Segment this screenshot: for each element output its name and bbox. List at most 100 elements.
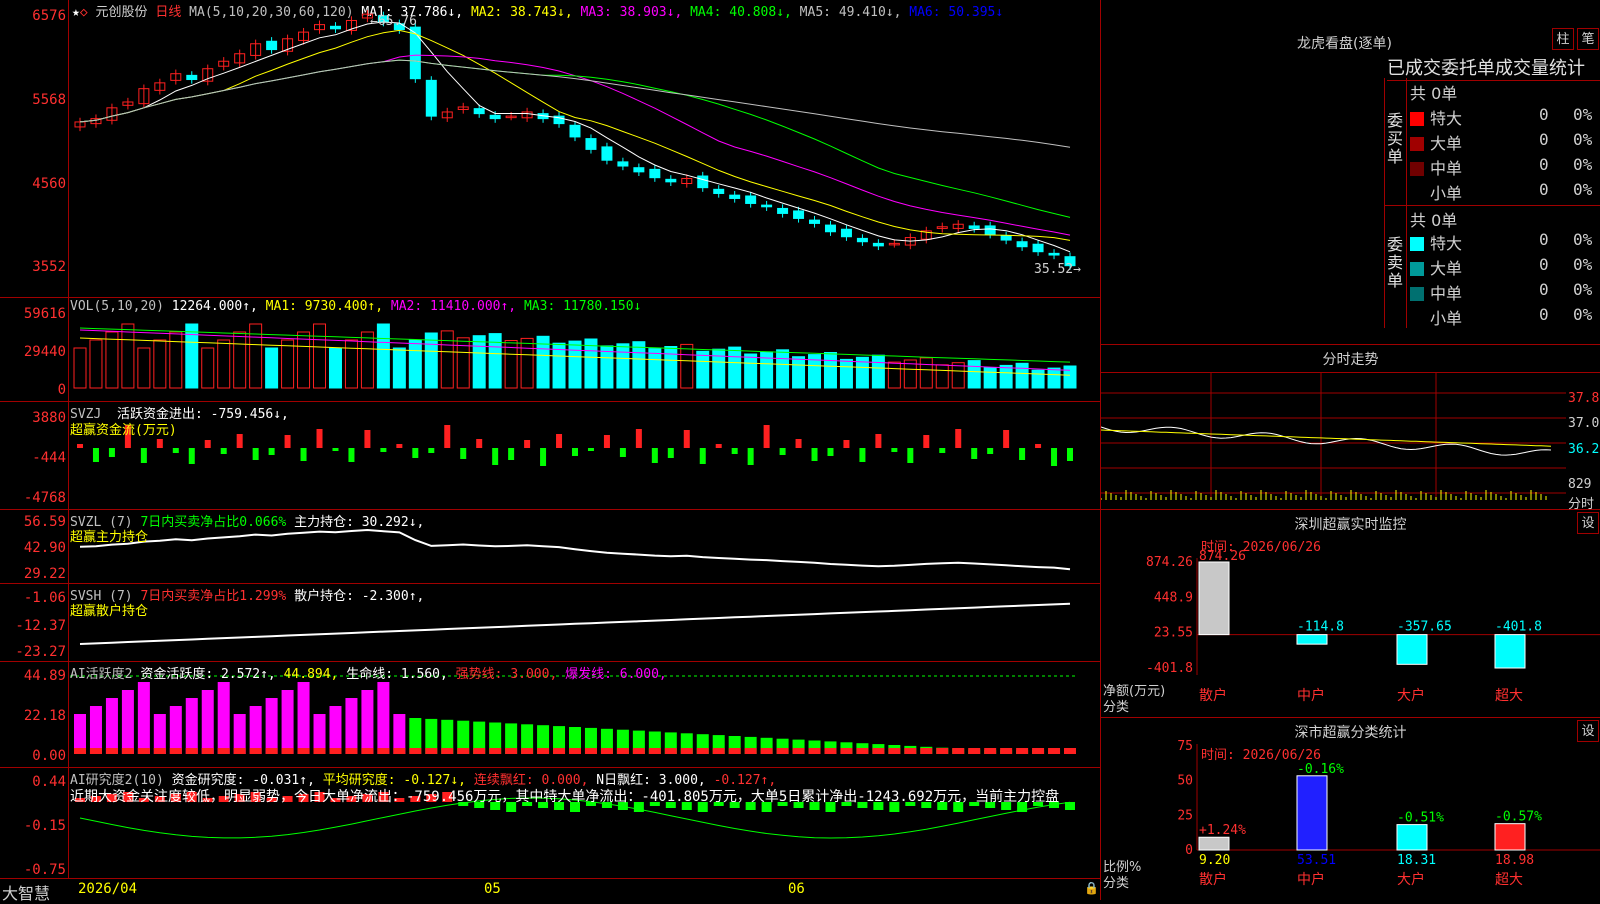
volume-bar <box>1063 365 1077 389</box>
order-row: 特大 <box>1410 105 1462 129</box>
color-swatch <box>1410 287 1424 301</box>
bar-label: 874.26 <box>1199 549 1246 564</box>
volume-bar <box>680 343 694 389</box>
activity-base <box>89 748 102 754</box>
buy-label: 委买单 <box>1387 111 1404 166</box>
intraday-avg-line <box>1101 429 1552 447</box>
ratio-bar <box>1494 823 1526 851</box>
volume-bar <box>664 346 678 389</box>
volume-bar <box>919 357 933 389</box>
candle <box>1000 235 1012 241</box>
order-type: 大单 <box>1430 259 1463 278</box>
activity-base <box>105 748 118 754</box>
svzl-panel[interactable]: 56.59 42.90 29.22 SVZL (7) 7日内买卖净占比0.066… <box>0 510 1100 584</box>
volume-bar <box>983 367 997 389</box>
candle <box>1032 243 1044 253</box>
bar-view-button[interactable]: 柱 <box>1552 28 1574 50</box>
vol-panel[interactable]: 59616 29440 0 VOL(5,10,20) 12264.000↑, M… <box>0 298 1100 402</box>
sz-monitor-chart[interactable]: 874.26 448.9 23.55 -401.8 874.26 散户 -114.8 中户 -3… <box>1101 510 1600 718</box>
intraday-panel[interactable]: 分时走势 37.83 37.06 36.29 829 分时 <box>1100 345 1600 512</box>
volume-bar <box>632 341 646 389</box>
sell-total: 共 0单 <box>1410 211 1458 230</box>
volume-bar <box>73 347 87 389</box>
category-label: 散户 <box>1199 687 1227 704</box>
order-count: 0 <box>1539 155 1549 174</box>
flow-bar <box>795 439 802 448</box>
dragon-panel: 龙虎看盘(逐单) 柱 笔 已成交委托单成交量统计 委买单 委卖单 共 0单 共 … <box>1100 0 1600 345</box>
candle <box>745 195 757 204</box>
bar-label: -114.8 <box>1297 620 1344 635</box>
sz-monitor-panel[interactable]: 深圳超赢实时监控 设 时间: 2026/06/26 874.26 448.9 23.… <box>1100 510 1600 718</box>
category-label: 散户 <box>1199 871 1227 888</box>
activity-base <box>1064 748 1076 754</box>
volume-bar <box>265 347 279 389</box>
flow-bar <box>460 448 467 459</box>
intraday-chart[interactable] <box>1101 345 1600 510</box>
flow-bar <box>731 448 738 454</box>
flow-bar <box>939 448 946 453</box>
svsh-panel[interactable]: -1.06 -12.37 -23.27 SVSH (7) 7日内买卖净占比1.2… <box>0 584 1100 662</box>
flow-bar <box>587 448 594 451</box>
ratio-bar <box>1396 824 1428 851</box>
sz-class-panel[interactable]: 深市超赢分类统计 设 时间: 2026/06/26 75 50 25 0 +1.24% 9… <box>1100 718 1600 900</box>
flow-bar <box>92 448 99 462</box>
activity-base <box>409 748 422 754</box>
volume-bar <box>616 343 630 389</box>
volume-bar <box>871 354 885 389</box>
order-pct: 0% <box>1573 130 1593 149</box>
intraday-vol: 829 <box>1568 477 1592 492</box>
flow-bar <box>556 434 563 448</box>
activity-bar <box>217 682 230 754</box>
volume-bar <box>999 364 1013 389</box>
bar-label: -401.8 <box>1495 620 1542 635</box>
net-bar <box>1396 634 1428 665</box>
order-pct: 0% <box>1573 255 1593 274</box>
activity-base <box>1032 748 1045 754</box>
volume-bar <box>1015 362 1029 389</box>
activity-base <box>489 748 502 754</box>
net-bar <box>1494 634 1526 669</box>
class-ylabel2: 分类 <box>1103 876 1130 891</box>
svzj-panel[interactable]: 3880 -444 -4768 SVZJ 活跃资金进出: -759.456↓, … <box>0 402 1100 510</box>
category-label: 中户 <box>1297 871 1325 888</box>
volume-bar <box>584 338 598 389</box>
order-count: 0 <box>1539 130 1549 149</box>
volume-bar <box>600 345 614 389</box>
change-label: -0.57% <box>1495 810 1542 825</box>
flow-bar <box>1035 444 1042 448</box>
volume-bar <box>137 347 151 389</box>
flow-bar <box>220 448 227 454</box>
y-tick: 23.55 <box>1154 626 1193 641</box>
lock-icon[interactable]: 🔒 <box>1084 881 1099 895</box>
kline-panel[interactable]: 6576 5568 4560 3552 ★◇ 元创股份 日线 MA(5,10,2… <box>0 0 1100 298</box>
flow-bar <box>651 448 658 463</box>
category-label: 大户 <box>1397 687 1425 704</box>
kline-chart[interactable] <box>0 0 1100 298</box>
activity-base <box>505 748 518 754</box>
ai-research-panel[interactable]: 0.44 -0.15 -0.75 AI研究度2(10) 资金研究度: -0.03… <box>0 768 1100 878</box>
candle <box>329 25 341 30</box>
order-type: 小单 <box>1430 184 1463 203</box>
category-label: 超大 <box>1495 872 1523 888</box>
flow-bar <box>252 448 259 460</box>
ai-active-panel[interactable]: 44.89 22.18 0.00 AI活跃度2 资金活跃度: 2.572↑, 4… <box>0 662 1100 768</box>
volume-bar <box>169 331 183 389</box>
activity-base <box>281 748 294 754</box>
activity-bar <box>137 682 150 754</box>
order-row: 中单 <box>1410 280 1462 304</box>
activity-base <box>904 748 917 754</box>
flow-bar <box>268 448 275 455</box>
flow-bar <box>955 429 962 448</box>
change-label: -0.51% <box>1397 811 1444 826</box>
volume-bar <box>105 331 119 389</box>
flow-bar <box>699 448 706 464</box>
candle <box>489 114 501 120</box>
sz-class-chart[interactable]: 75 50 25 0 +1.24% 9.20 散户 -0.16% 53.51 中户 -0.51% 18… <box>1101 718 1600 900</box>
brand-logo: 大智慧 <box>2 884 51 903</box>
retail-position-line <box>79 602 1071 645</box>
flow-bar <box>364 430 371 448</box>
volume-bar <box>696 350 710 389</box>
activity-base <box>425 748 438 754</box>
volume-bar <box>408 339 422 389</box>
tick-view-button[interactable]: 笔 <box>1577 28 1599 50</box>
